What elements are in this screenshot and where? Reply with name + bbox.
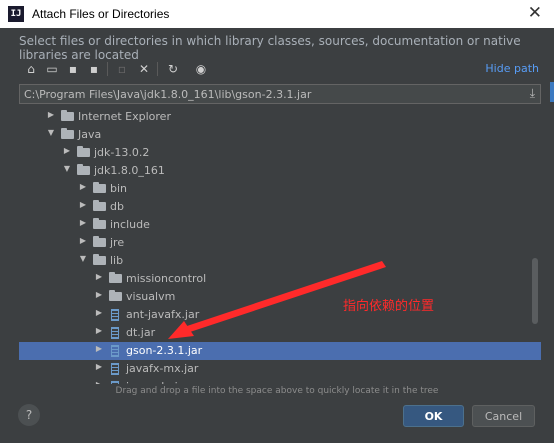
- jar-file-icon: [111, 309, 119, 321]
- window-title: Attach Files or Directories: [32, 7, 170, 21]
- ok-button[interactable]: OK: [403, 405, 464, 427]
- hide-path-link[interactable]: Hide path: [485, 62, 539, 75]
- tree-row[interactable]: ▶ include: [19, 216, 541, 234]
- folder-icon: [93, 254, 106, 265]
- intellij-app-icon: IJ: [8, 6, 24, 22]
- folder-icon: [77, 146, 90, 157]
- tree-item-label: visualvm: [126, 290, 176, 303]
- toolbar-separator: [107, 62, 108, 76]
- tree-item-label: missioncontrol: [126, 272, 207, 285]
- collapsed-arrow-icon[interactable]: ▶: [46, 110, 56, 119]
- tree-row[interactable]: ▶ bin: [19, 180, 541, 198]
- tree-row[interactable]: ▶ Internet Explorer: [19, 108, 541, 126]
- close-icon[interactable]: ✕: [528, 3, 542, 23]
- folder-icon: [61, 128, 74, 139]
- tree-row[interactable]: ▶ jconsole.jar: [19, 378, 541, 384]
- tree-scrollbar[interactable]: [532, 258, 538, 324]
- folder-icon: [93, 218, 106, 229]
- tree-item-label: jdk1.8.0_161: [94, 164, 165, 177]
- collapsed-arrow-icon[interactable]: ▶: [94, 272, 104, 281]
- collapsed-arrow-icon[interactable]: ▶: [94, 308, 104, 317]
- path-value: C:\Program Files\Java\jdk1.8.0_161\lib\g…: [24, 88, 312, 101]
- download-icon[interactable]: ⤓: [530, 86, 535, 101]
- collapsed-arrow-icon[interactable]: ▶: [94, 290, 104, 299]
- tree-row[interactable]: ▶ visualvm: [19, 288, 541, 306]
- tree-item-label: include: [110, 218, 150, 231]
- tree-item-label: ant-javafx.jar: [126, 308, 200, 321]
- collapsed-arrow-icon[interactable]: ▶: [78, 218, 88, 227]
- collapsed-arrow-icon[interactable]: ▶: [94, 326, 104, 335]
- tree-item-label: jdk-13.0.2: [94, 146, 150, 159]
- tree-row[interactable]: ▶ javafx-mx.jar: [19, 360, 541, 378]
- annotation-label: 指向依赖的位置: [343, 299, 435, 314]
- expanded-arrow-icon[interactable]: ▼: [78, 254, 88, 263]
- tree-row[interactable]: ▶ dt.jar: [19, 324, 541, 342]
- delete-icon[interactable]: ✕: [136, 61, 152, 77]
- tree-row[interactable]: ▼ jdk1.8.0_161: [19, 162, 541, 180]
- jar-file-icon: [111, 345, 119, 357]
- collapsed-arrow-icon[interactable]: ▶: [62, 146, 72, 155]
- tree-item-label: jconsole.jar: [126, 380, 189, 384]
- collapsed-arrow-icon[interactable]: ▶: [78, 182, 88, 191]
- drag-drop-hint: Drag and drop a file into the space abov…: [115, 386, 439, 396]
- tree-row[interactable]: ▶ ant-javafx.jar: [19, 306, 541, 324]
- collapsed-arrow-icon[interactable]: ▶: [78, 236, 88, 245]
- jar-file-icon: [111, 363, 119, 375]
- folder-icon: [77, 164, 90, 175]
- show-hidden-icon[interactable]: ◉: [193, 61, 209, 77]
- home-icon[interactable]: ⌂: [23, 61, 39, 77]
- module-icon[interactable]: ▪: [86, 61, 102, 77]
- project-icon[interactable]: ▪: [65, 61, 81, 77]
- tree-row[interactable]: ▶ db: [19, 198, 541, 216]
- file-toolbar: ⌂ ▭ ▪ ▪ ▫ ✕ ↻ ◉ Hide path: [19, 58, 541, 80]
- jar-file-icon: [111, 381, 119, 384]
- refresh-icon[interactable]: ↻: [165, 61, 181, 77]
- window-edge-accent: [550, 82, 554, 102]
- cancel-button[interactable]: Cancel: [472, 405, 535, 427]
- help-button[interactable]: ?: [18, 404, 40, 426]
- toolbar-separator: [157, 62, 158, 76]
- tree-row[interactable]: ▶ jdk-13.0.2: [19, 144, 541, 162]
- tree-item-label: bin: [110, 182, 128, 195]
- folder-icon: [93, 182, 106, 193]
- collapsed-arrow-icon[interactable]: ▶: [94, 362, 104, 371]
- tree-row[interactable]: ▶ missioncontrol: [19, 270, 541, 288]
- tree-item-label: lib: [110, 254, 124, 267]
- folder-icon: [109, 272, 122, 283]
- expanded-arrow-icon[interactable]: ▼: [62, 164, 72, 173]
- folder-icon: [93, 200, 106, 211]
- tree-item-label: Java: [78, 128, 102, 141]
- collapsed-arrow-icon[interactable]: ▶: [94, 380, 104, 384]
- jar-file-icon: [111, 327, 119, 339]
- tree-row[interactable]: ▼ Java: [19, 126, 541, 144]
- tree-item-label: dt.jar: [126, 326, 156, 339]
- tree-item-label: db: [110, 200, 124, 213]
- folder-icon: [93, 236, 106, 247]
- file-tree[interactable]: ▶ jconsole.jar ▶ javafx-mx.jar ▶ gson-2.3.1.j…: [19, 108, 541, 384]
- collapsed-arrow-icon[interactable]: ▶: [94, 344, 104, 353]
- folder-icon: [61, 110, 74, 121]
- tree-item-label: jre: [110, 236, 125, 249]
- desktop-icon[interactable]: ▭: [44, 61, 60, 77]
- tree-item-label: Internet Explorer: [78, 110, 171, 123]
- new-folder-icon[interactable]: ▫: [114, 61, 130, 77]
- tree-item-label: javafx-mx.jar: [126, 362, 199, 375]
- title-bar: IJ Attach Files or Directories ✕: [0, 0, 554, 28]
- tree-item-label: gson-2.3.1.jar: [126, 344, 203, 357]
- tree-row-selected[interactable]: ▶ gson-2.3.1.jar: [19, 342, 541, 360]
- tree-row[interactable]: ▼ lib: [19, 252, 541, 270]
- tree-row[interactable]: ▶ jre: [19, 234, 541, 252]
- expanded-arrow-icon[interactable]: ▼: [46, 128, 56, 137]
- collapsed-arrow-icon[interactable]: ▶: [78, 200, 88, 209]
- folder-icon: [109, 290, 122, 301]
- path-field[interactable]: C:\Program Files\Java\jdk1.8.0_161\lib\g…: [19, 84, 541, 104]
